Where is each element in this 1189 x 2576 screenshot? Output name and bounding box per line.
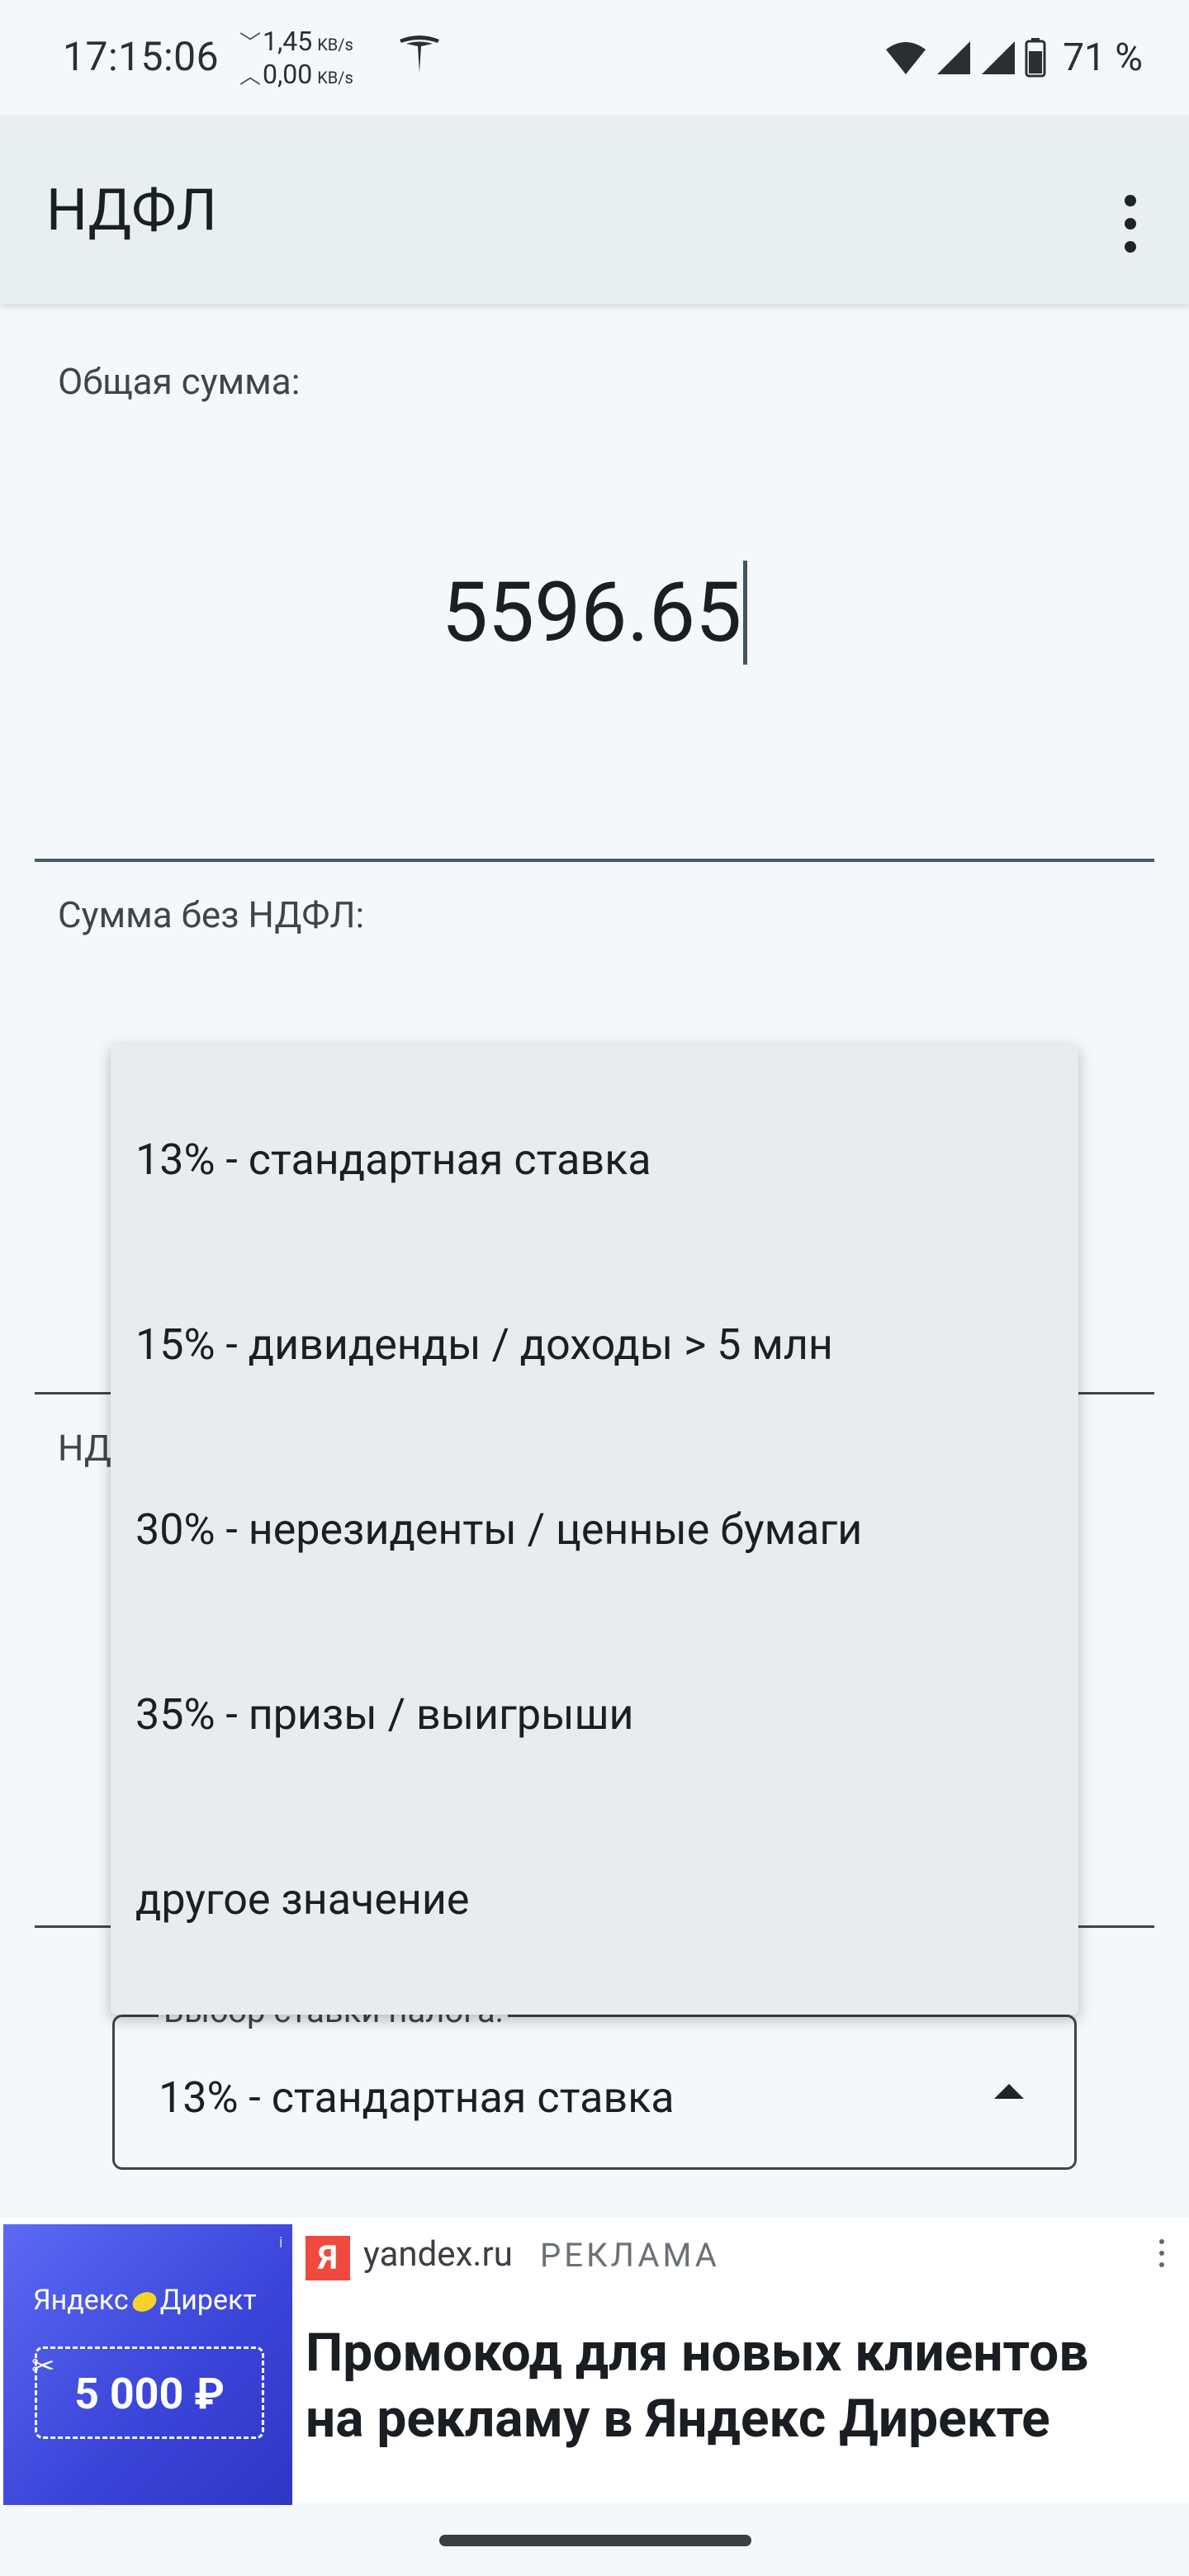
more-options-button[interactable]	[1103, 182, 1156, 264]
overflow-dot-icon	[1125, 218, 1136, 230]
ad-headline[interactable]: Промокод для новых клиентов на рекламу в…	[306, 2320, 1181, 2452]
tax-amount-label: НД	[58, 1427, 111, 1470]
battery-icon	[1025, 38, 1046, 78]
ad-coupon: 5 000 ₽	[35, 2346, 264, 2439]
net-amount-label: Сумма без НДФЛ:	[58, 893, 365, 936]
gesture-nav-handle[interactable]	[439, 2535, 751, 2546]
ad-headline-line-2: на рекламу в Яндекс Директе	[306, 2388, 1050, 2450]
download-unit: KB/s	[317, 35, 353, 54]
overflow-dot-icon	[1125, 195, 1136, 206]
total-amount-underline	[35, 859, 1154, 862]
yandex-favicon-icon: Я	[306, 2236, 350, 2280]
wifi-icon	[886, 42, 926, 74]
ad-domain[interactable]: yandex.ru	[363, 2234, 513, 2275]
status-time: 17:15:06	[63, 33, 220, 80]
ad-more-icon[interactable]	[1153, 2231, 1169, 2280]
ad-logo-left: Яндекс	[33, 2284, 129, 2317]
signal-icon	[937, 41, 971, 74]
ad-info-icon[interactable]: i	[279, 2234, 282, 2252]
battery-percent: 71 %	[1063, 36, 1143, 80]
app-bar: НДФЛ	[0, 116, 1189, 304]
menu-item-15-percent[interactable]: 15% - дивиденды / доходы > 5 млн	[135, 1319, 833, 1370]
tesla-app-icon	[400, 36, 439, 73]
ad-logo-right: Директ	[159, 2284, 257, 2317]
upload-arrow-icon: ︿	[239, 64, 262, 89]
signal-icon-2	[982, 41, 1016, 74]
ad-headline-line-1: Промокод для новых клиентов	[306, 2322, 1089, 2384]
caret-up-icon[interactable]	[994, 2084, 1024, 2099]
direct-swoosh-icon	[129, 2288, 159, 2316]
ad-image[interactable]: Яндекс Директ ✂ 5 000 ₽ i	[3, 2224, 292, 2505]
total-amount-value: 5596.65	[441, 565, 742, 661]
upload-speed: 0,00	[263, 59, 313, 90]
download-arrow-icon: ﹀	[239, 31, 262, 56]
total-amount-label: Общая сумма:	[58, 360, 301, 403]
menu-item-35-percent[interactable]: 35% - призы / выигрыши	[135, 1689, 634, 1740]
ad-label: РЕКЛАМА	[540, 2236, 720, 2275]
download-speed: 1,45	[263, 26, 313, 57]
status-bar: 17:15:06 ﹀1,45 KB/s ︿0,00 KB/s 71 %	[0, 0, 1189, 116]
overflow-dot-icon	[1125, 241, 1136, 253]
menu-item-13-percent[interactable]: 13% - стандартная ставка	[135, 1134, 651, 1185]
tax-rate-selected-value[interactable]: 13% - стандартная ставка	[159, 2072, 675, 2123]
network-speed: ﹀1,45 KB/s ︿0,00 KB/s	[239, 26, 388, 92]
tax-rate-dropdown-menu: 13% - стандартная ставка 15% - дивиденды…	[111, 1044, 1078, 2015]
status-icons: 71 %	[884, 33, 1143, 83]
app-title: НДФЛ	[46, 177, 217, 244]
yandex-direct-logo: Яндекс Директ	[33, 2284, 257, 2317]
ad-banner[interactable]: Яндекс Директ ✂ 5 000 ₽ i Я yandex.ru РЕК…	[0, 2218, 1189, 2505]
menu-item-30-percent[interactable]: 30% - нерезиденты / ценные бумаги	[135, 1504, 862, 1555]
text-caret	[743, 560, 748, 665]
total-amount-input[interactable]: 5596.65	[0, 560, 1189, 671]
ad-coupon-amount: 5 000 ₽	[74, 2369, 225, 2419]
menu-item-other-value[interactable]: другое значение	[135, 1874, 469, 1925]
upload-unit: KB/s	[317, 68, 353, 88]
